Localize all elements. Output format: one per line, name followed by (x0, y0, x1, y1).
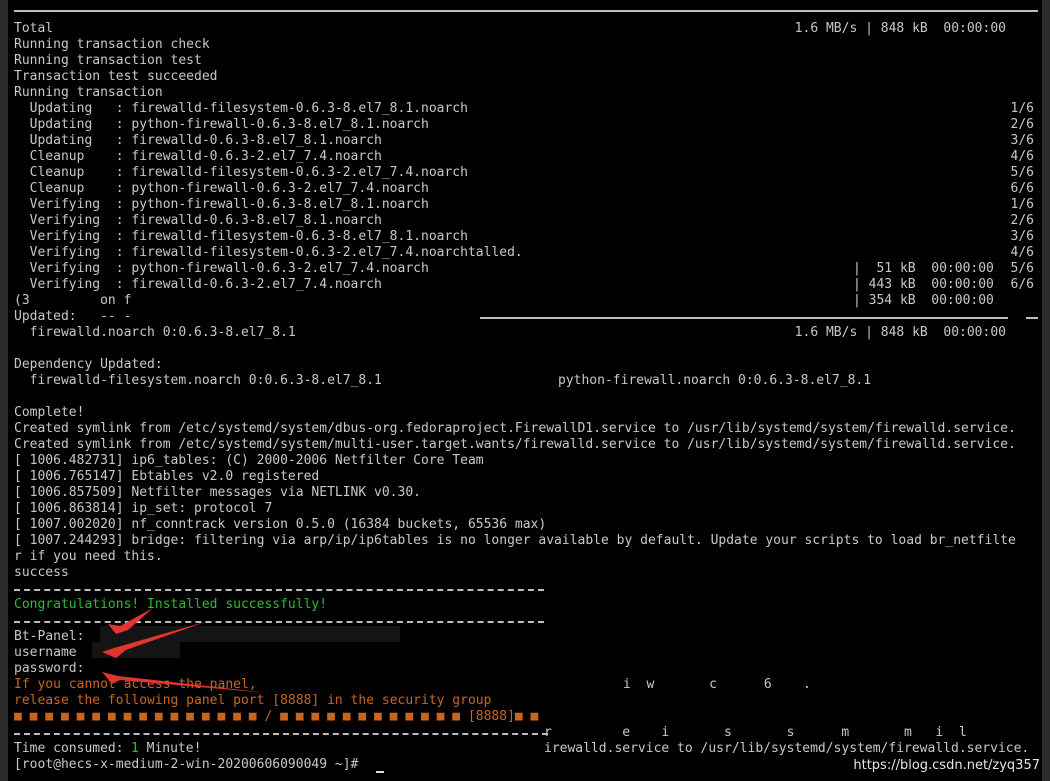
arrow-icon (102, 608, 268, 693)
watermark-text: https://blog.csdn.net/zyq357 (853, 758, 1040, 773)
terminal-cursor (376, 771, 384, 773)
annotation-arrows (102, 608, 268, 693)
terminal-window[interactable]: Total 1.6 MB/s | 848 kB 00:00:00 Running t… (8, 0, 1042, 781)
